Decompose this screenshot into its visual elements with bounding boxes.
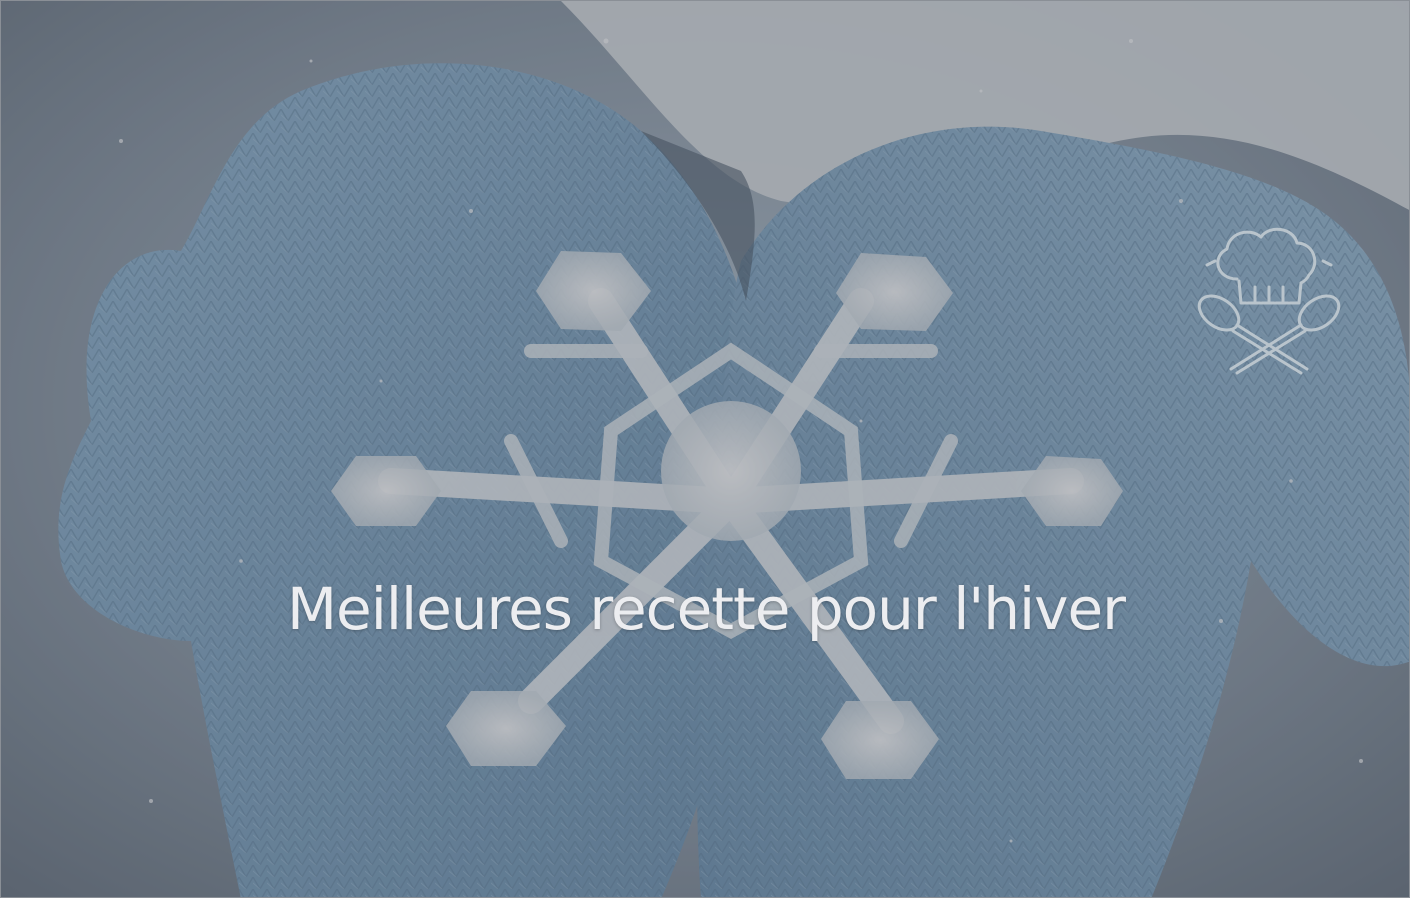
hero-title: Meilleures recette pour l'hiver [287, 575, 1126, 643]
chef-hat-crossed-spoons-icon [1197, 227, 1341, 375]
dim-overlay [1, 1, 1409, 897]
hero-banner: Meilleures recette pour l'hiver [0, 0, 1410, 898]
